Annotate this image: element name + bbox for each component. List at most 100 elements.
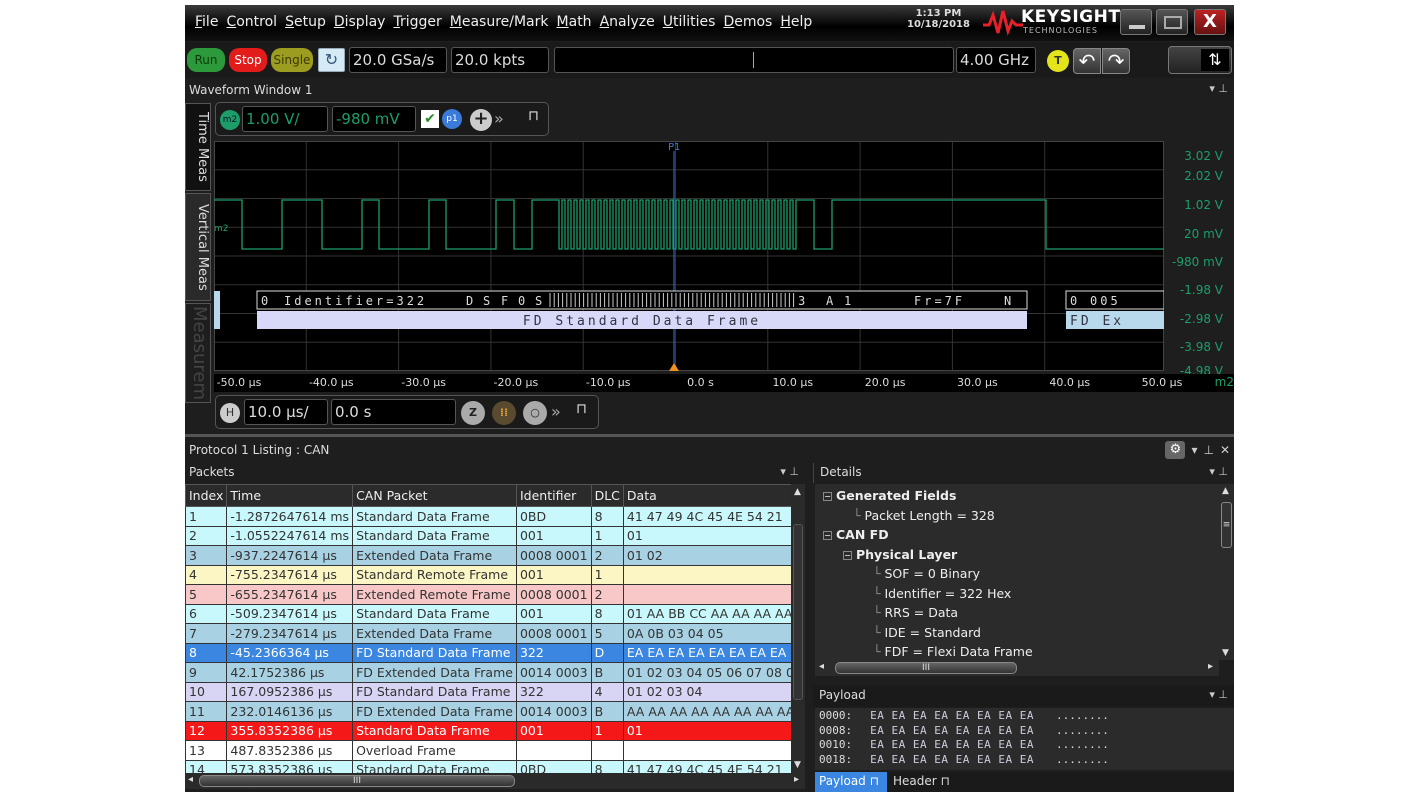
table-row[interactable]: 1 -1.2872647614 ms Standard Data Frame 0BD 8… xyxy=(185,506,791,527)
trigger-position-marker[interactable] xyxy=(753,52,754,68)
details-vertical-scrollbar[interactable]: ▲ ≡ ▼ xyxy=(1219,484,1234,660)
table-row[interactable]: 7 -279.2347614 µs Extended Data Frame 0008 … xyxy=(185,623,791,644)
table-row[interactable]: 14 573.8352386 us Standard Data Frame 0BD 8 4… xyxy=(185,759,791,773)
redo-button[interactable]: ↷ xyxy=(1102,48,1130,74)
scroll-down-icon[interactable]: ▼ xyxy=(794,760,801,770)
minimize-button[interactable] xyxy=(1120,9,1152,35)
pin-button[interactable]: ⊓ xyxy=(528,108,539,124)
gear-icon[interactable]: ⚙ xyxy=(1165,441,1186,459)
details-horizontal-scrollbar[interactable]: ◂ III ▸ xyxy=(815,660,1219,676)
tree-node[interactable]: └ Packet Length = 328 xyxy=(853,508,995,523)
collapse-icon[interactable]: − xyxy=(843,550,852,560)
autoscale-button[interactable]: ↻ xyxy=(318,48,345,72)
table-row[interactable]: 5 -655.2347614 µs Extended Remote Frame 000… xyxy=(185,584,791,605)
trigger-button[interactable]: T xyxy=(1047,50,1069,72)
column-index[interactable]: Index xyxy=(185,484,228,507)
tab-payload[interactable]: Payload ⊓ xyxy=(815,772,887,792)
zoom-button[interactable]: Z xyxy=(461,401,485,425)
table-row[interactable]: 10 167.0952386 µs FD Standard Data Frame 32… xyxy=(185,681,791,702)
horizontal-badge[interactable]: H xyxy=(220,403,240,423)
vertical-offset-field[interactable]: -980 mV xyxy=(332,106,416,132)
more-button[interactable]: » xyxy=(494,109,504,128)
menu-demos[interactable]: Demos xyxy=(723,14,772,30)
waveform-plot[interactable]: m2 P1 0 Identifier=322 D S F 0 S 3 A 1 Fr=7F N FD Stan… xyxy=(214,141,1165,371)
scroll-up-icon[interactable]: ▲ xyxy=(794,487,801,497)
pin-button[interactable]: ⊓ xyxy=(576,401,587,417)
menu-control[interactable]: Control xyxy=(226,14,277,30)
pin-icon[interactable]: ⊥ xyxy=(1218,465,1228,478)
scroll-thumb[interactable] xyxy=(793,524,803,700)
menu-setup[interactable]: Setup xyxy=(285,14,326,30)
tree-node[interactable]: − Generated Fields xyxy=(823,488,956,503)
tree-node[interactable]: └ IDE = Standard xyxy=(873,625,981,640)
maximize-button[interactable] xyxy=(1156,9,1188,35)
collapse-icon[interactable]: − xyxy=(823,492,832,501)
column-identifier[interactable]: Identifier xyxy=(515,484,592,507)
run-button[interactable]: Run xyxy=(187,48,225,72)
dropdown-icon[interactable]: ▾ xyxy=(1191,443,1197,457)
memory-depth-field[interactable]: 20.0 kpts xyxy=(451,47,549,73)
table-row[interactable]: 6 -509.2347614 µs Standard Data Frame 001 8 0… xyxy=(185,603,791,624)
marker-p1-badge[interactable]: p1 xyxy=(442,109,462,129)
sample-rate-field[interactable]: 20.0 GSa/s xyxy=(349,47,447,73)
dropdown-icon[interactable]: ▾ xyxy=(780,465,786,478)
menu-help[interactable]: Help xyxy=(780,14,812,30)
horizontal-scale-field[interactable]: 10.0 µs/ xyxy=(244,399,328,425)
table-row[interactable]: 8 -45.2366364 µs FD Standard Data Frame 322… xyxy=(185,642,791,663)
vertical-scale-field[interactable]: 1.00 V/ xyxy=(242,106,328,132)
pin-icon[interactable]: ⊥ xyxy=(1218,82,1228,95)
menu-file[interactable]: File xyxy=(195,14,218,30)
column-can-packet[interactable]: CAN Packet xyxy=(352,484,517,507)
tab-time-meas[interactable]: Time Meas xyxy=(185,103,211,191)
trigger-position-bar[interactable] xyxy=(554,47,954,73)
scroll-left-icon[interactable]: ◂ xyxy=(188,774,193,785)
menu-analyze[interactable]: Analyze xyxy=(600,14,655,30)
more-button[interactable]: » xyxy=(551,402,561,421)
column-data[interactable]: Data xyxy=(622,484,791,507)
collapse-icon[interactable]: − xyxy=(823,531,832,540)
tree-node[interactable]: └ RRS = Data xyxy=(873,605,958,620)
grid-button[interactable]: ⁞⁞ xyxy=(492,401,516,425)
panel-splitter[interactable] xyxy=(185,434,1234,437)
pin-icon[interactable]: ⊥ xyxy=(1203,443,1213,457)
column-dlc[interactable]: DLC xyxy=(590,484,624,507)
table-row[interactable]: 11 232.0146136 µs FD Extended Data Frame 00… xyxy=(185,701,791,722)
pin-icon[interactable]: ⊓ xyxy=(941,774,950,788)
trigger-marker[interactable] xyxy=(669,363,679,371)
tree-node[interactable]: − Physical Layer xyxy=(843,547,957,562)
scroll-thumb[interactable]: ≡ xyxy=(1221,502,1232,548)
table-row[interactable]: 3 -937.2247614 µs Extended Data Frame 0008 … xyxy=(185,545,791,566)
pin-icon[interactable]: ⊥ xyxy=(1218,688,1228,701)
pin-icon[interactable]: ⊓ xyxy=(870,774,879,788)
add-button[interactable]: + xyxy=(470,109,492,131)
bandwidth-field[interactable]: 4.00 GHz xyxy=(956,47,1036,73)
menu-trigger[interactable]: Trigger xyxy=(393,14,441,30)
scroll-thumb[interactable]: III xyxy=(199,775,515,787)
close-button[interactable]: X xyxy=(1194,9,1226,35)
tab-vertical-meas[interactable]: Vertical Meas xyxy=(185,193,211,301)
menu-utilities[interactable]: Utilities xyxy=(663,14,716,30)
column-time[interactable]: Time xyxy=(226,484,354,507)
tab-header[interactable]: Header ⊓ xyxy=(889,772,955,792)
layout-button[interactable]: ⇅ xyxy=(1168,46,1232,74)
channel-m2-badge[interactable]: m2 xyxy=(220,110,240,130)
single-button[interactable]: Single xyxy=(271,48,313,72)
scroll-thumb[interactable]: III xyxy=(835,662,1017,674)
undo-button[interactable]: ↶ xyxy=(1073,48,1101,74)
stop-button[interactable]: Stop xyxy=(229,48,267,72)
menu-math[interactable]: Math xyxy=(557,14,592,30)
packets-horizontal-scrollbar[interactable]: ◂ III ▸ xyxy=(185,773,805,789)
pin-icon[interactable]: ⊥ xyxy=(789,465,799,478)
scroll-left-icon[interactable]: ◂ xyxy=(819,661,824,672)
table-row[interactable]: 9 42.1752386 µs FD Extended Data Frame 0014… xyxy=(185,662,791,683)
tree-node[interactable]: └ SOF = 0 Binary xyxy=(873,566,980,581)
table-row[interactable]: 13 487.8352386 µs Overload Frame xyxy=(185,740,791,761)
packets-vertical-scrollbar[interactable]: ▲ ▼ xyxy=(791,484,805,773)
dropdown-icon[interactable]: ▾ xyxy=(1209,82,1215,95)
tree-node[interactable]: − CAN FD xyxy=(823,527,889,542)
scroll-down-icon[interactable]: ▼ xyxy=(1222,648,1229,658)
dropdown-icon[interactable]: ▾ xyxy=(1209,688,1215,701)
display-checkbox[interactable]: ✔ xyxy=(421,110,439,128)
dropdown-icon[interactable]: ▾ xyxy=(1209,465,1215,478)
horizontal-position-field[interactable]: 0.0 s xyxy=(331,399,456,425)
